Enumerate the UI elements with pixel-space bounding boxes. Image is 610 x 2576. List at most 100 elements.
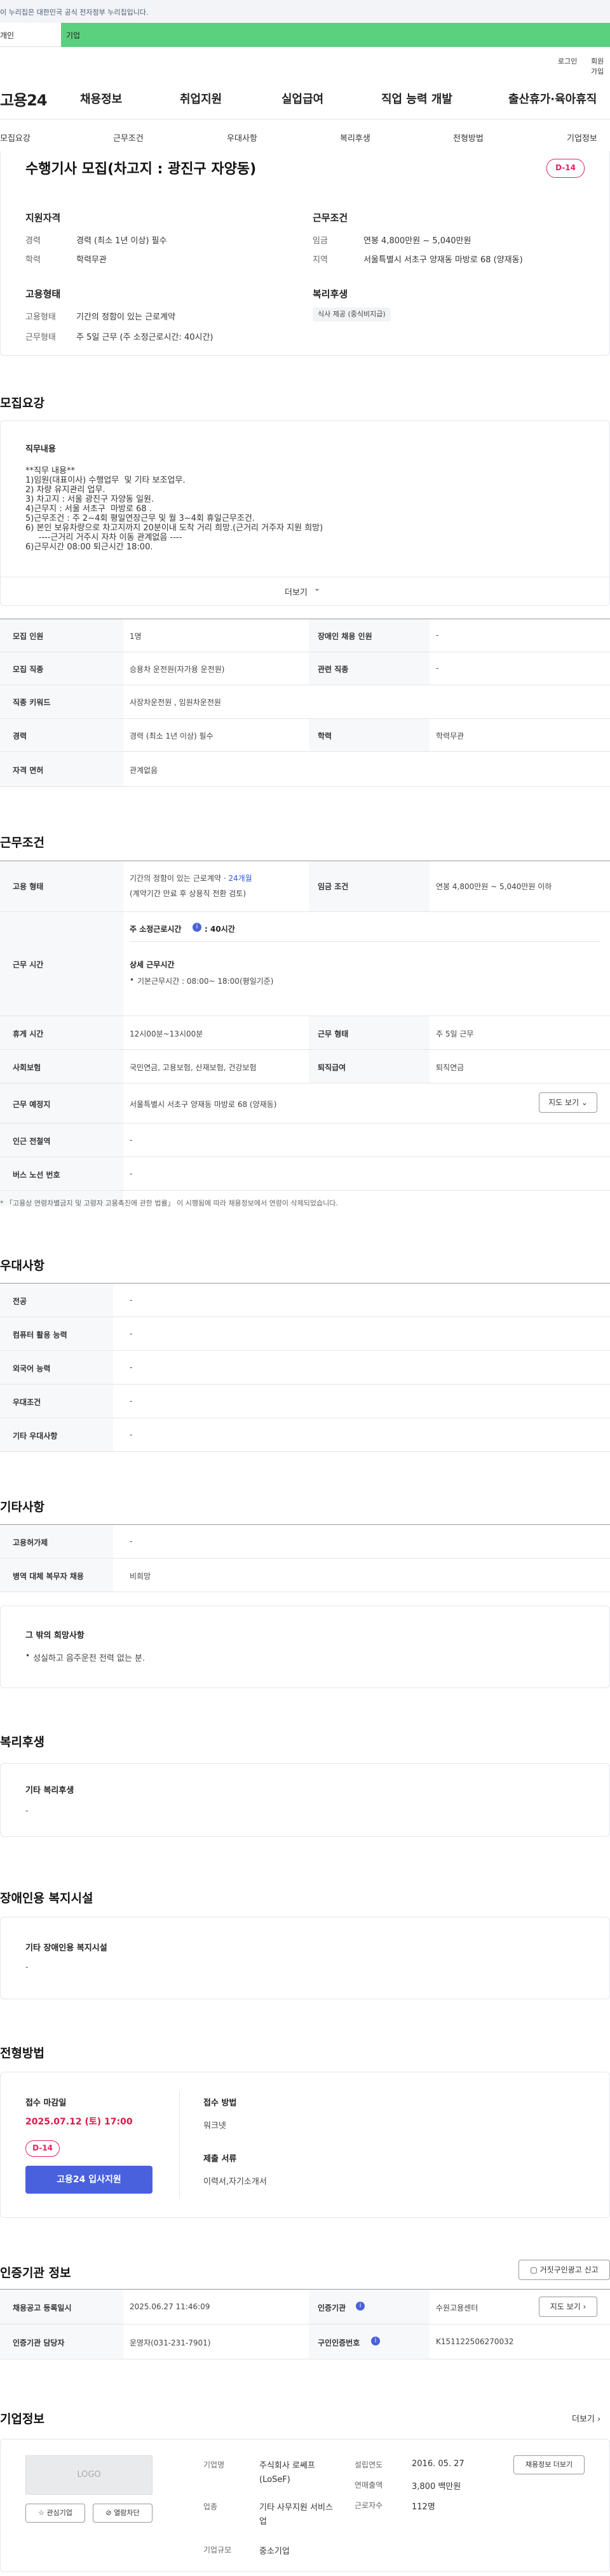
th-pref-cond: 우대조건 [13, 1398, 41, 1407]
report-label: 거짓구인광고 신고 [539, 2265, 599, 2274]
table-row [0, 1351, 610, 1385]
td-disabled: - [436, 631, 439, 640]
work-section-title: 근무조건 [0, 836, 44, 850]
emp-value-type: 기간의 정함이 있는 근로계약 [76, 312, 175, 322]
td-major: - [130, 1296, 133, 1305]
gnb-item-employment-support[interactable]: 취업지원 [180, 90, 222, 107]
more-button[interactable]: 더보기 [285, 586, 308, 598]
chevron-down-icon: ⌄ [581, 1098, 588, 1107]
gnb-item-leave[interactable]: 출산휴가·육아휴직 [508, 90, 597, 107]
gnb-item-training[interactable]: 직업 능력 개발 [381, 90, 452, 107]
th-occupation: 모집 직종 [13, 665, 44, 674]
subnav-preferences[interactable]: 우대사항 [227, 131, 257, 144]
job-content-title: 직무내용 [25, 445, 56, 454]
td-pref-cond: - [130, 1397, 133, 1405]
info-icon[interactable]: i [193, 923, 201, 932]
cert-section-title: 인증기관 정보 [0, 2266, 71, 2280]
th-workplace: 근무 예정지 [13, 1100, 51, 1109]
company-name-label: 기업명 [203, 2460, 225, 2469]
subnav-company[interactable]: 기업정보 [567, 131, 597, 144]
job-content-text: **직무 내용** 1)임원(대표이사) 수행업무 및 기타 보조업무. 2) … [25, 466, 323, 552]
sales-label: 연매출액 [355, 2481, 383, 2490]
cond-title: 근무조건 [313, 212, 348, 224]
etc-box-title: 그 밖의 희망사항 [25, 1631, 85, 1640]
emp-months: 24개월 [228, 874, 252, 883]
table-row [0, 1284, 610, 1317]
td-shift: 주 5일 근무 [436, 1030, 474, 1038]
th-work-time: 근무 시간 [13, 960, 44, 969]
cond-label-region: 지역 [313, 255, 328, 265]
disab-box-value: - [25, 1962, 29, 1971]
table-row [0, 719, 610, 752]
welfare-title: 복리후생 [313, 288, 348, 300]
th-pension: 퇴직급여 [318, 1063, 346, 1072]
gnb-item-unemployment[interactable]: 실업급여 [281, 90, 323, 107]
gov-notice-text: 이 누리집은 대한민국 공식 전자정부 누리집입니다. [0, 8, 149, 17]
etc-box [0, 1606, 610, 1688]
company-more-link[interactable]: 더보기 › [572, 2412, 600, 2424]
qual-title: 지원자격 [25, 212, 61, 224]
disab-section-title: 장애인용 복지시설 [0, 1891, 93, 1905]
tab-personal-label: 개인 [0, 31, 15, 40]
map-view-button[interactable]: 지도 보기 ⌄ [539, 1092, 597, 1113]
gnb-item-jobs[interactable]: 채용정보 [80, 90, 122, 107]
screening-section-title: 전형방법 [0, 2046, 44, 2060]
table-row [0, 1418, 610, 1452]
block-label: 열람차단 [114, 2509, 140, 2517]
th-permit: 고용허가제 [13, 1538, 48, 1547]
weekly-hours-label: 주 소정근로시간 [130, 925, 182, 934]
etc-section-title: 기타사항 [0, 1500, 44, 1514]
th-emp-type: 고용 형태 [13, 882, 44, 891]
td-cert-number: K151122506270032 [436, 2337, 514, 2346]
report-false-ad-button[interactable]: ▢ 거짓구인광고 신고 [518, 2260, 610, 2280]
td-subway: - [130, 1136, 133, 1144]
th-computer: 컴퓨터 활용 능력 [13, 1331, 67, 1339]
brand-logo[interactable]: 고용24 [0, 88, 48, 110]
td-wage: 연봉 4,800만원 ~ 5,040만원 이하 [436, 882, 552, 891]
job-title: 수행기사 모집(차고지 : 광진구 자양동) [25, 161, 257, 177]
apply-button[interactable]: 고용24 입사지원 [25, 2166, 152, 2194]
company-name: 주식회사 로쎄프(LoSeF) [259, 2461, 315, 2485]
star-icon: ☆ [38, 2509, 44, 2517]
favorite-label: 관심기업 [46, 2509, 72, 2517]
company-section-title: 기업정보 [0, 2412, 44, 2426]
subnav-conditions[interactable]: 근무조건 [113, 131, 144, 144]
subnav-screening[interactable]: 전형방법 [453, 131, 484, 144]
th-license: 자격 면허 [13, 766, 44, 775]
info-icon[interactable]: i [356, 2302, 365, 2311]
td-cert-manager: 운영자(031-231-7901) [130, 2338, 211, 2347]
td-language: - [130, 1363, 133, 1372]
scale-value: 중소기업 [259, 2547, 290, 2556]
dday-badge: D-14 [546, 159, 585, 178]
emp-type-text: 기간의 정함이 있는 근로계약 · [130, 874, 229, 883]
table-row [0, 1016, 610, 1050]
td-bus: - [130, 1169, 133, 1178]
tab-company[interactable] [61, 23, 610, 47]
chevron-right-icon: › [597, 2415, 601, 2424]
block-view-button[interactable]: ⊘ 열람차단 [93, 2504, 152, 2523]
detail-hours-title: 상세 근무시간 [130, 960, 175, 969]
signup-link[interactable]: 회원가입 [591, 56, 610, 76]
login-link[interactable]: 로그인 [558, 56, 577, 66]
table-row [0, 685, 610, 719]
td-occupation: 승용차 운전원(자가용 운전원) [130, 665, 225, 674]
founded-label: 설립연도 [355, 2460, 383, 2469]
table-row [0, 2290, 610, 2324]
th-career: 경력 [13, 732, 27, 741]
th-pref-etc: 기타 우대사항 [13, 1432, 58, 1440]
cert-map-button[interactable]: 지도 보기 › [539, 2297, 597, 2317]
subnav-recruit[interactable]: 모집요강 [0, 131, 30, 144]
info-icon[interactable]: i [371, 2337, 380, 2345]
td-cert-agency: 수원고용센터 [436, 2304, 478, 2312]
emp-value-shift: 주 5일 근무 (주 소정근로시간: 40시간) [76, 333, 214, 342]
table-row [0, 2324, 610, 2359]
screening-dday-badge: D-14 [25, 2140, 60, 2157]
qual-value-edu: 학력무관 [76, 255, 107, 265]
td-emp-sub: (계약기간 만료 후 상용직 전환 검토) [130, 889, 246, 898]
hire-info-button[interactable]: 채용정보 더보기 [513, 2455, 585, 2474]
th-rest: 휴게 시간 [13, 1030, 44, 1038]
favorite-company-button[interactable]: ☆ 관심기업 [25, 2504, 85, 2523]
td-rest: 12시00분~13시00분 [130, 1030, 203, 1038]
subnav-welfare[interactable]: 복리후생 [340, 131, 370, 144]
table-row [0, 1050, 610, 1083]
